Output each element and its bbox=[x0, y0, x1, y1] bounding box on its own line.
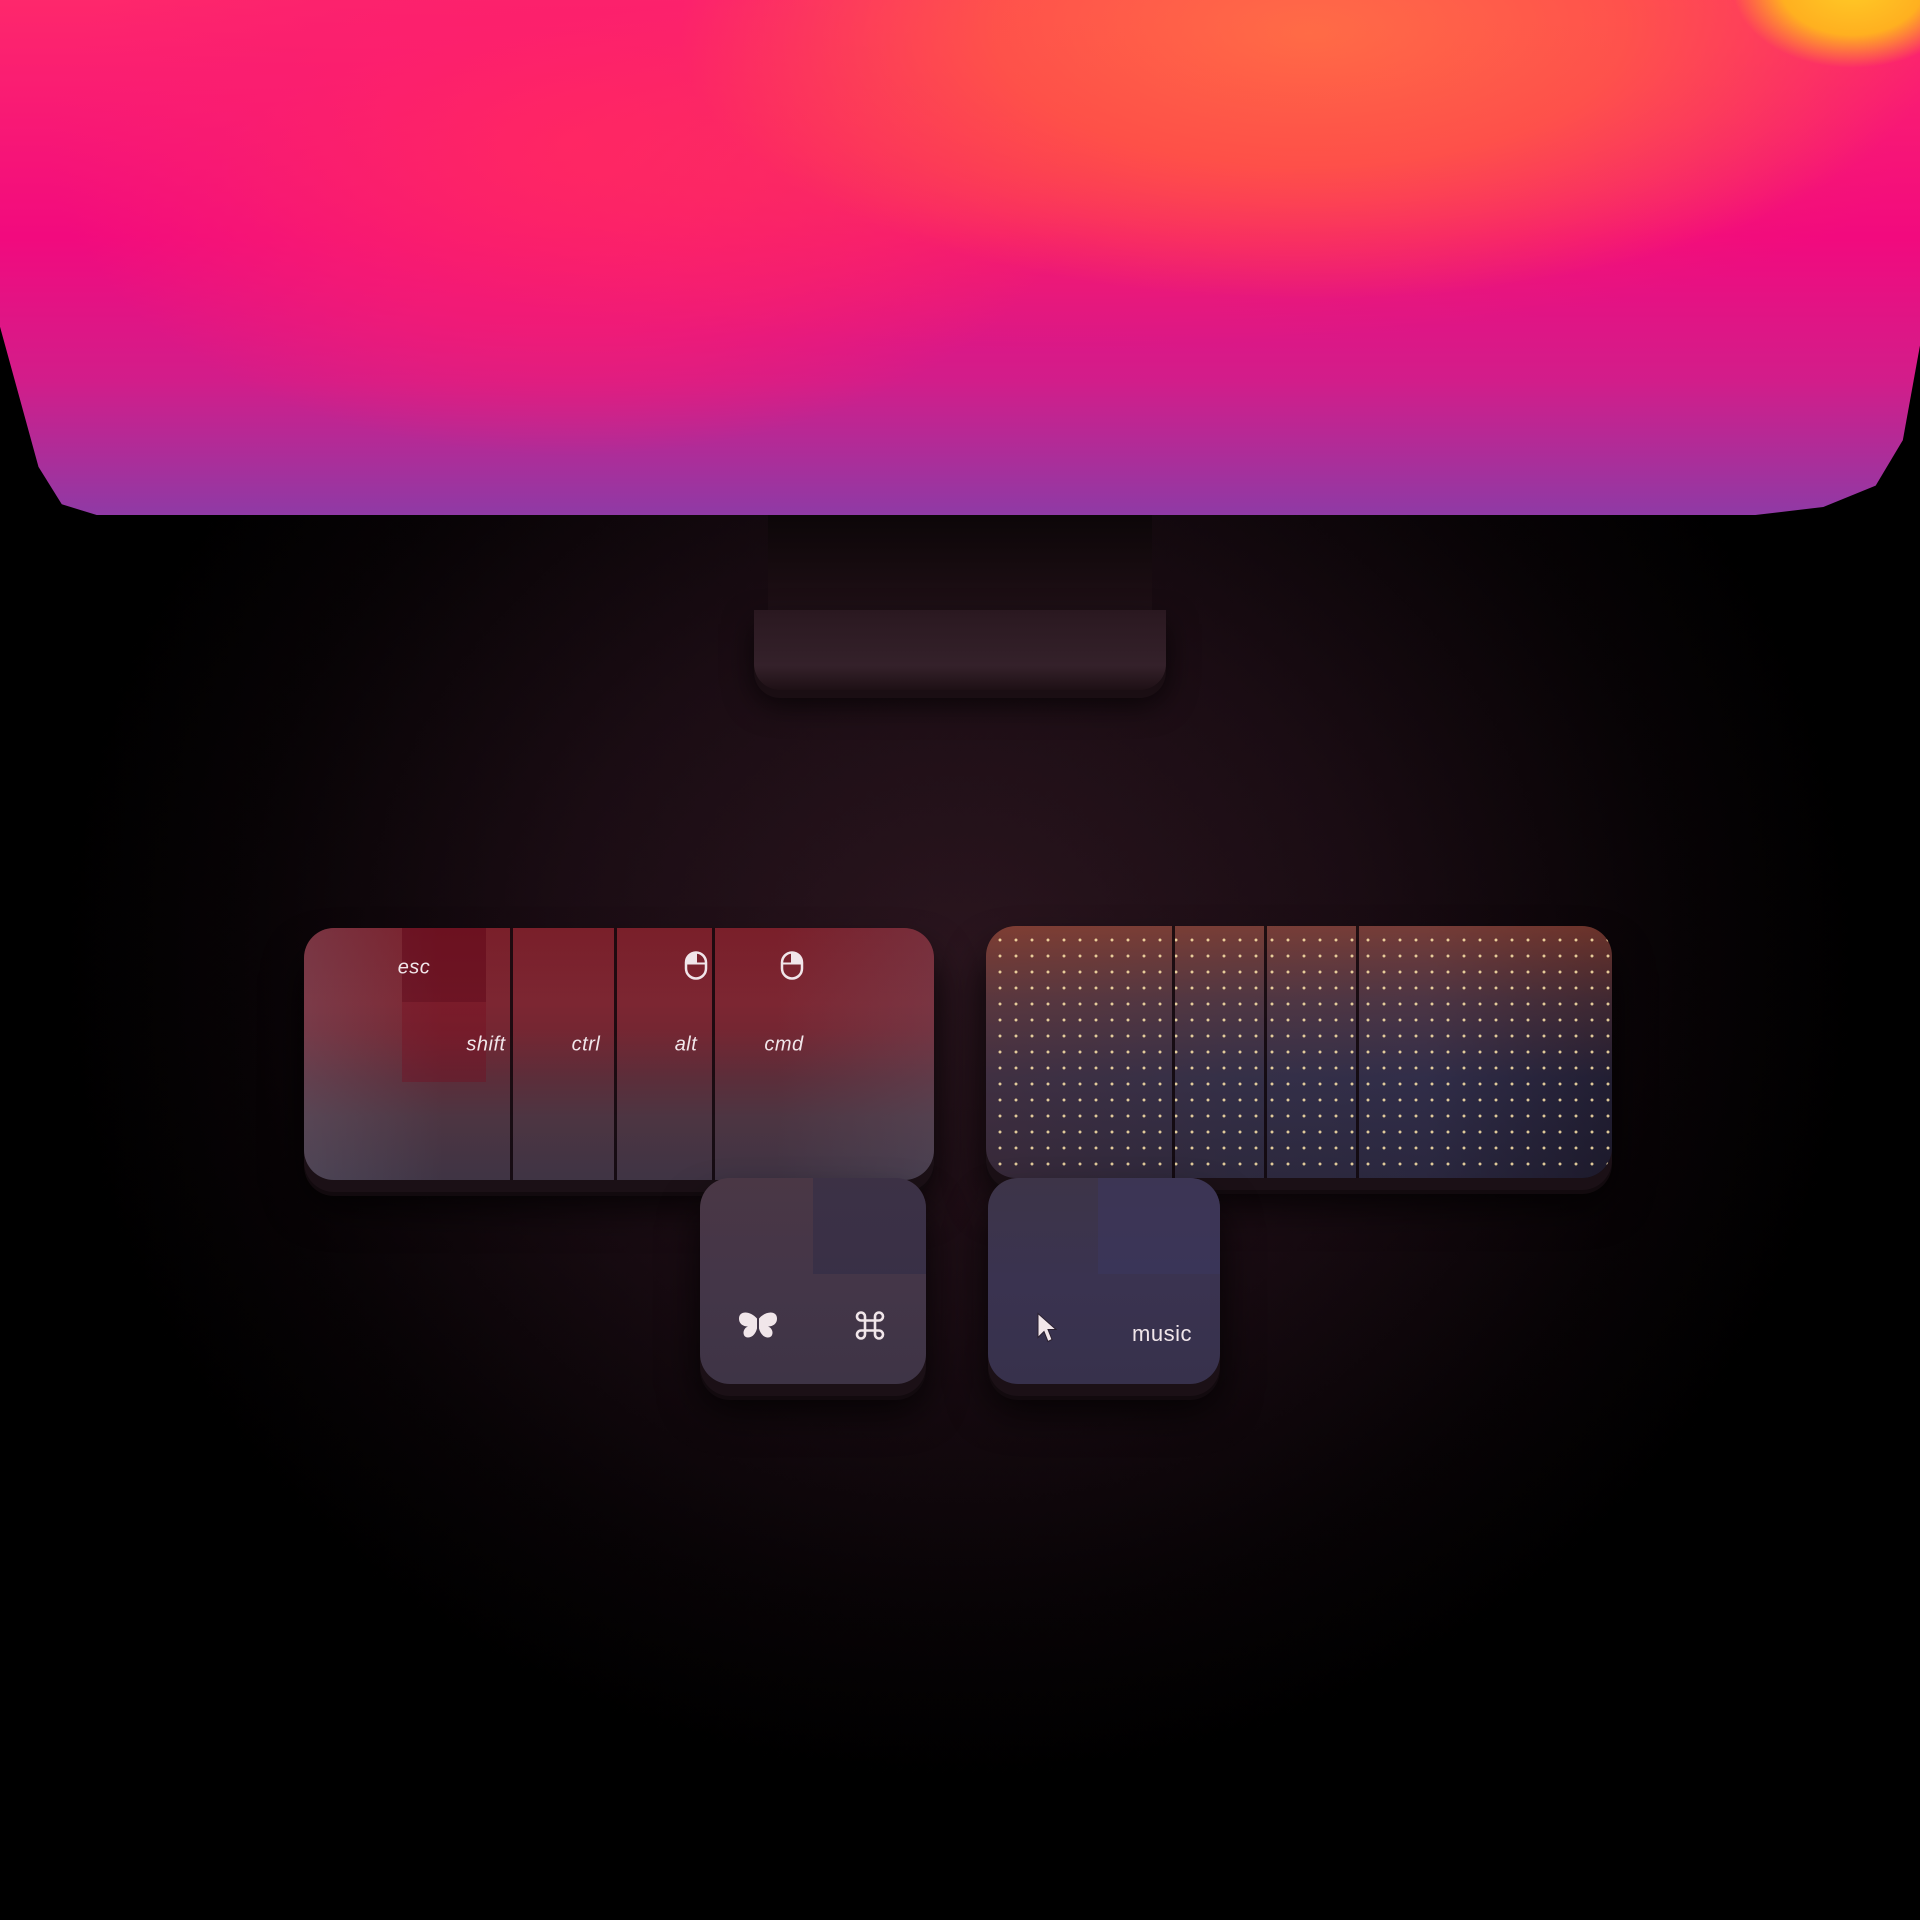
panel-divider bbox=[1264, 926, 1267, 1178]
command-icon[interactable] bbox=[854, 1310, 886, 1347]
key-alt[interactable]: alt bbox=[675, 1034, 698, 1057]
shortcut-keypad bbox=[700, 1178, 926, 1384]
pointer-music-keypad: music bbox=[988, 1178, 1220, 1384]
key-divider bbox=[712, 928, 715, 1180]
key-shift[interactable]: shift bbox=[466, 1034, 505, 1057]
key-divider bbox=[510, 928, 513, 1180]
monitor-stand-base bbox=[754, 610, 1166, 690]
dot-matrix-leds bbox=[986, 926, 1612, 1178]
panel-divider bbox=[1356, 926, 1359, 1178]
panel-divider bbox=[1172, 926, 1175, 1178]
key-esc[interactable]: esc bbox=[398, 957, 431, 980]
screen-wallpaper-highlight bbox=[0, 0, 1920, 515]
key-cmd[interactable]: cmd bbox=[764, 1034, 803, 1057]
keypad-tile bbox=[813, 1178, 926, 1274]
scene: esc shift ctrl alt cmd music bbox=[0, 0, 1920, 1920]
keypad-tile bbox=[1098, 1178, 1220, 1274]
dot-matrix-panel bbox=[986, 926, 1612, 1178]
butterfly-icon[interactable] bbox=[736, 1311, 780, 1346]
modifier-keypad: esc shift ctrl alt cmd bbox=[304, 928, 934, 1180]
key-divider bbox=[614, 928, 617, 1180]
mouse-right-click-icon[interactable] bbox=[780, 951, 804, 986]
key-ctrl[interactable]: ctrl bbox=[572, 1034, 601, 1057]
mouse-left-click-icon[interactable] bbox=[684, 951, 708, 986]
cursor-pointer-icon[interactable] bbox=[1034, 1312, 1058, 1349]
key-music[interactable]: music bbox=[1132, 1321, 1192, 1347]
